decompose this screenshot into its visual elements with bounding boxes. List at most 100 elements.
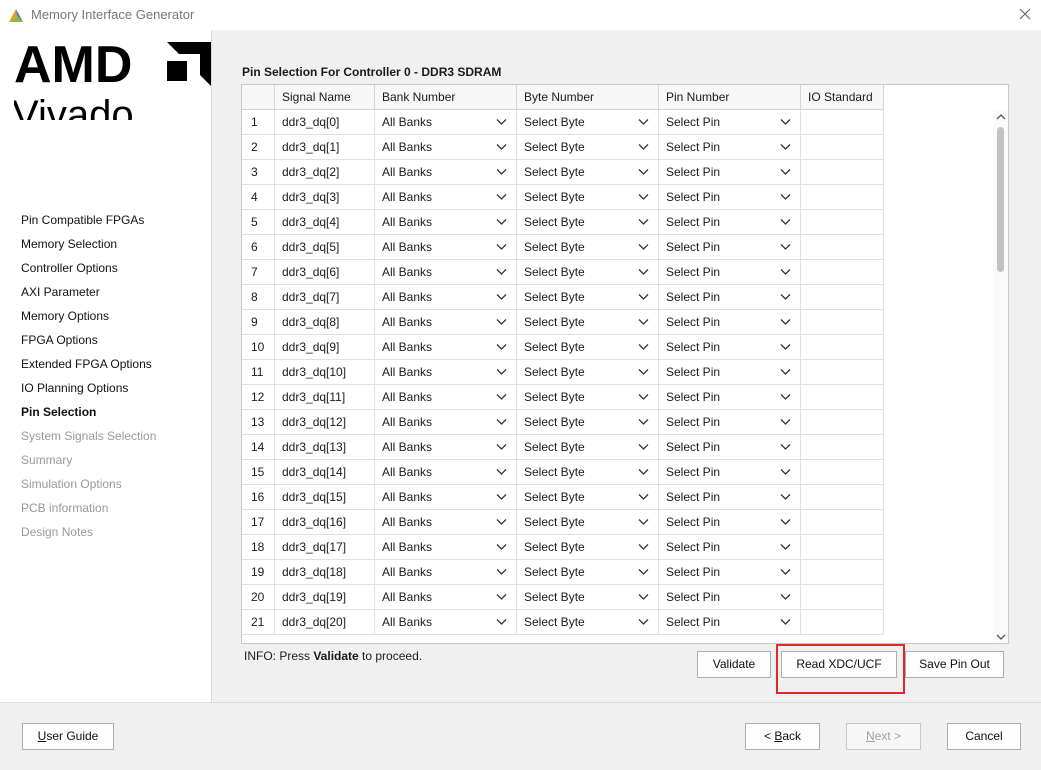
bank-number-select[interactable]: All Banks (375, 285, 517, 310)
io-standard-cell[interactable] (801, 510, 884, 535)
io-standard-cell[interactable] (801, 435, 884, 460)
byte-number-select[interactable]: Select Byte (517, 560, 659, 585)
io-standard-cell[interactable] (801, 335, 884, 360)
pin-number-select[interactable]: Select Pin (659, 260, 801, 285)
sidebar-item-pcb-information[interactable]: PCB information (21, 501, 156, 525)
io-standard-cell[interactable] (801, 285, 884, 310)
sidebar-item-system-signals-selection[interactable]: System Signals Selection (21, 429, 156, 453)
io-standard-cell[interactable] (801, 410, 884, 435)
byte-number-select[interactable]: Select Byte (517, 610, 659, 635)
byte-number-select[interactable]: Select Byte (517, 160, 659, 185)
byte-number-select[interactable]: Select Byte (517, 135, 659, 160)
pin-number-select[interactable]: Select Pin (659, 610, 801, 635)
io-standard-cell[interactable] (801, 485, 884, 510)
sidebar-item-fpga-options[interactable]: FPGA Options (21, 333, 156, 357)
pin-number-select[interactable]: Select Pin (659, 485, 801, 510)
io-standard-cell[interactable] (801, 235, 884, 260)
byte-number-select[interactable]: Select Byte (517, 335, 659, 360)
bank-number-select[interactable]: All Banks (375, 160, 517, 185)
pin-number-select[interactable]: Select Pin (659, 210, 801, 235)
pin-number-select[interactable]: Select Pin (659, 385, 801, 410)
sidebar-item-pin-selection[interactable]: Pin Selection (21, 405, 156, 429)
pin-number-select[interactable]: Select Pin (659, 560, 801, 585)
pin-number-select[interactable]: Select Pin (659, 435, 801, 460)
bank-number-select[interactable]: All Banks (375, 410, 517, 435)
io-standard-cell[interactable] (801, 610, 884, 635)
io-standard-cell[interactable] (801, 110, 884, 135)
pin-number-select[interactable]: Select Pin (659, 160, 801, 185)
user-guide-button[interactable]: User Guide (22, 723, 114, 750)
pin-number-select[interactable]: Select Pin (659, 310, 801, 335)
byte-number-select[interactable]: Select Byte (517, 510, 659, 535)
pin-number-select[interactable]: Select Pin (659, 285, 801, 310)
byte-number-select[interactable]: Select Byte (517, 235, 659, 260)
byte-number-select[interactable]: Select Byte (517, 485, 659, 510)
sidebar-item-controller-options[interactable]: Controller Options (21, 261, 156, 285)
sidebar-item-pin-compatible-fpgas[interactable]: Pin Compatible FPGAs (21, 213, 156, 237)
bank-number-select[interactable]: All Banks (375, 460, 517, 485)
pin-number-select[interactable]: Select Pin (659, 110, 801, 135)
io-standard-cell[interactable] (801, 160, 884, 185)
bank-number-select[interactable]: All Banks (375, 435, 517, 460)
byte-number-select[interactable]: Select Byte (517, 285, 659, 310)
byte-number-select[interactable]: Select Byte (517, 310, 659, 335)
pin-number-select[interactable]: Select Pin (659, 510, 801, 535)
scroll-down-icon[interactable] (996, 633, 1006, 641)
byte-number-select[interactable]: Select Byte (517, 410, 659, 435)
bank-number-select[interactable]: All Banks (375, 110, 517, 135)
validate-button[interactable]: Validate (697, 651, 771, 678)
io-standard-cell[interactable] (801, 560, 884, 585)
pin-number-select[interactable]: Select Pin (659, 235, 801, 260)
bank-number-select[interactable]: All Banks (375, 535, 517, 560)
sidebar-item-io-planning-options[interactable]: IO Planning Options (21, 381, 156, 405)
save-pin-out-button[interactable]: Save Pin Out (905, 651, 1004, 678)
pin-number-select[interactable]: Select Pin (659, 460, 801, 485)
byte-number-select[interactable]: Select Byte (517, 185, 659, 210)
close-icon[interactable] (1017, 6, 1033, 22)
pin-number-select[interactable]: Select Pin (659, 585, 801, 610)
byte-number-select[interactable]: Select Byte (517, 435, 659, 460)
pin-number-select[interactable]: Select Pin (659, 360, 801, 385)
io-standard-cell[interactable] (801, 135, 884, 160)
byte-number-select[interactable]: Select Byte (517, 110, 659, 135)
scrollbar-thumb[interactable] (997, 127, 1004, 272)
sidebar-item-axi-parameter[interactable]: AXI Parameter (21, 285, 156, 309)
io-standard-cell[interactable] (801, 360, 884, 385)
bank-number-select[interactable]: All Banks (375, 510, 517, 535)
bank-number-select[interactable]: All Banks (375, 185, 517, 210)
bank-number-select[interactable]: All Banks (375, 485, 517, 510)
next-button[interactable]: Next > (846, 723, 921, 750)
cancel-button[interactable]: Cancel (947, 723, 1021, 750)
bank-number-select[interactable]: All Banks (375, 360, 517, 385)
bank-number-select[interactable]: All Banks (375, 135, 517, 160)
bank-number-select[interactable]: All Banks (375, 335, 517, 360)
io-standard-cell[interactable] (801, 535, 884, 560)
byte-number-select[interactable]: Select Byte (517, 360, 659, 385)
byte-number-select[interactable]: Select Byte (517, 210, 659, 235)
bank-number-select[interactable]: All Banks (375, 585, 517, 610)
bank-number-select[interactable]: All Banks (375, 310, 517, 335)
io-standard-cell[interactable] (801, 460, 884, 485)
back-button[interactable]: < Back (745, 723, 820, 750)
io-standard-cell[interactable] (801, 385, 884, 410)
sidebar-item-simulation-options[interactable]: Simulation Options (21, 477, 156, 501)
bank-number-select[interactable]: All Banks (375, 235, 517, 260)
bank-number-select[interactable]: All Banks (375, 385, 517, 410)
io-standard-cell[interactable] (801, 185, 884, 210)
vertical-scrollbar[interactable] (993, 110, 1008, 643)
byte-number-select[interactable]: Select Byte (517, 585, 659, 610)
byte-number-select[interactable]: Select Byte (517, 535, 659, 560)
byte-number-select[interactable]: Select Byte (517, 385, 659, 410)
byte-number-select[interactable]: Select Byte (517, 460, 659, 485)
pin-number-select[interactable]: Select Pin (659, 535, 801, 560)
pin-number-select[interactable]: Select Pin (659, 135, 801, 160)
bank-number-select[interactable]: All Banks (375, 560, 517, 585)
sidebar-item-memory-options[interactable]: Memory Options (21, 309, 156, 333)
sidebar-item-memory-selection[interactable]: Memory Selection (21, 237, 156, 261)
io-standard-cell[interactable] (801, 260, 884, 285)
byte-number-select[interactable]: Select Byte (517, 260, 659, 285)
read-xdc-ucf-button[interactable]: Read XDC/UCF (781, 651, 897, 678)
io-standard-cell[interactable] (801, 210, 884, 235)
pin-number-select[interactable]: Select Pin (659, 335, 801, 360)
bank-number-select[interactable]: All Banks (375, 610, 517, 635)
